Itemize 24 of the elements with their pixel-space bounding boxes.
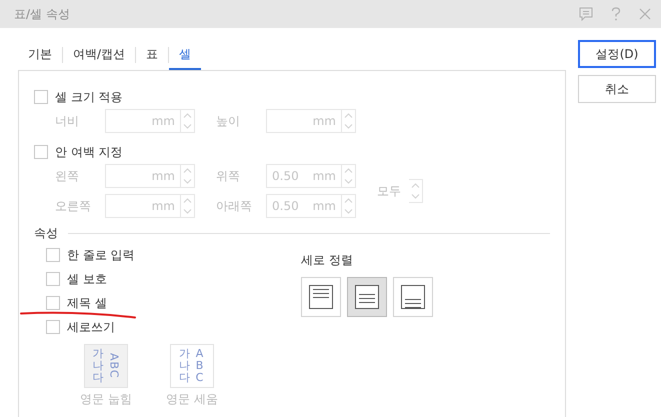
field-label: 높이 <box>216 112 241 130</box>
field-label: 위쪽 <box>216 168 241 184</box>
field-label: 아래쪽 <box>216 198 253 214</box>
window-title: 표/셀 속성 <box>14 6 71 22</box>
group-title: 세로 정렬 <box>301 252 354 269</box>
checkbox-label: 안 여백 지정 <box>55 144 123 160</box>
field-label: 오른쪽 <box>55 198 92 214</box>
field-label: 너비 <box>55 112 80 130</box>
checkbox-label: 세로쓰기 <box>67 318 115 336</box>
option-label: 영문 세움 <box>166 391 218 408</box>
checkbox-label: 셀 보호 <box>67 270 107 288</box>
field-label: 왼쪽 <box>55 168 80 184</box>
dialog-button[interactable]: 설정(D) <box>578 40 656 68</box>
tab[interactable]: 기본 <box>18 40 62 70</box>
tab[interactable]: 여백/캡션 <box>63 40 136 70</box>
dialog-button[interactable]: 취소 <box>578 75 656 103</box>
tab[interactable]: 셀 <box>169 40 202 70</box>
section-title: 속성 <box>34 225 58 242</box>
checkbox-label: 셀 크기 적용 <box>55 88 123 106</box>
checkbox-label: 제목 셀 <box>67 294 107 312</box>
tab[interactable]: 표 <box>136 40 168 70</box>
field-label: 모두 <box>377 182 401 200</box>
checkbox-label: 한 줄로 입력 <box>67 246 135 264</box>
option-label: 영문 눕힘 <box>80 391 132 408</box>
